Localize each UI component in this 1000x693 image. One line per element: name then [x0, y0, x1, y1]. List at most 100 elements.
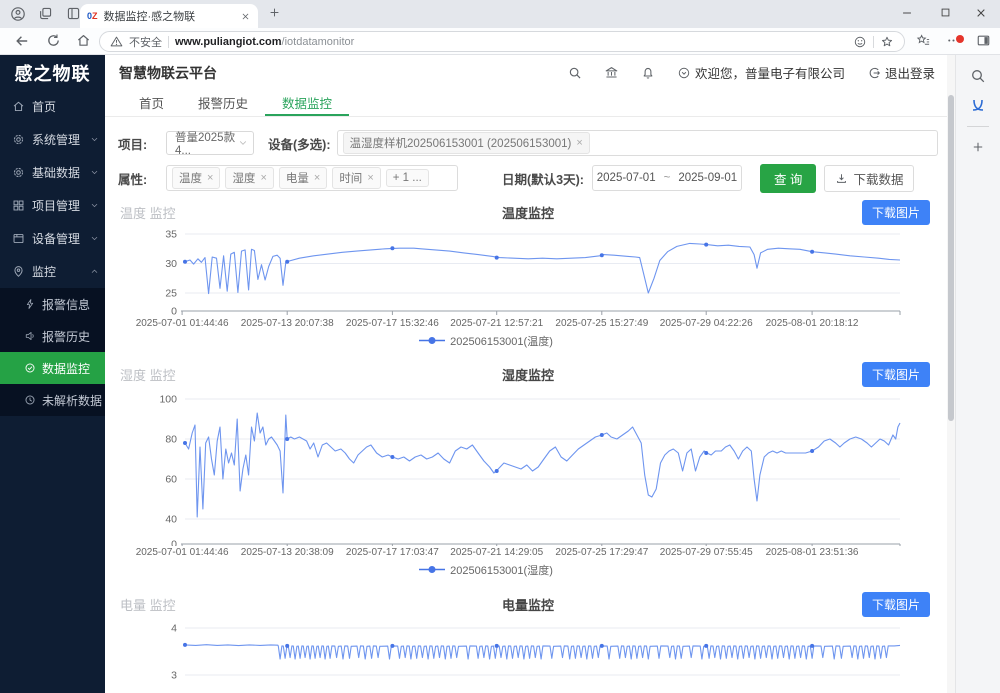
sidebar-search-icon[interactable]: [970, 68, 986, 84]
remove-tag-icon[interactable]: ×: [260, 173, 266, 184]
logout-label: 退出登录: [885, 63, 935, 82]
sidebar-subitem-label: 未解析数据: [42, 392, 102, 409]
scrollbar-thumb[interactable]: [948, 95, 954, 421]
close-window-icon[interactable]: [974, 6, 988, 20]
attribute-label: 属性:: [118, 169, 162, 188]
svg-text:4: 4: [171, 623, 177, 635]
date-start[interactable]: 2025-07-01: [597, 172, 656, 184]
attribute-tag: 电量×: [279, 167, 327, 189]
download-image-button[interactable]: 下载图片: [862, 200, 930, 225]
sidebar-item-label: 项目管理: [32, 197, 80, 214]
remove-tag-icon[interactable]: ×: [314, 173, 320, 184]
browser-home-icon[interactable]: [76, 33, 91, 48]
logout-button[interactable]: 退出登录: [867, 63, 935, 82]
download-image-button[interactable]: 下载图片: [862, 362, 930, 387]
attribute-multiselect[interactable]: 温度×湿度×电量×时间×+ 1 ...: [166, 165, 458, 191]
organization-icon[interactable]: [604, 65, 619, 80]
legend-label: 202506153001(温度): [450, 333, 553, 349]
split-screen-icon[interactable]: [976, 33, 991, 48]
gear-icon: [12, 133, 25, 146]
maximize-icon[interactable]: [939, 6, 952, 19]
sidebar-item-2[interactable]: 基础数据: [0, 156, 105, 189]
refresh-icon[interactable]: [46, 33, 61, 48]
minimize-icon[interactable]: [900, 6, 914, 20]
notifications-bell-icon[interactable]: [641, 66, 655, 80]
chart-legend[interactable]: 202506153001(温度): [118, 333, 938, 348]
feedback-icon[interactable]: [853, 35, 867, 49]
sidebar-subitem-label: 数据监控: [42, 360, 90, 377]
chart-title: 电量监控: [502, 595, 554, 614]
remove-tag-icon[interactable]: ×: [576, 138, 582, 149]
sidebar-item-1[interactable]: 系统管理: [0, 123, 105, 156]
x-tick-label: 2025-07-13 20:07:38: [231, 318, 343, 329]
workspaces-icon[interactable]: [38, 6, 53, 21]
chart-title: 湿度监控: [502, 365, 554, 384]
remove-tag-icon[interactable]: ×: [367, 173, 373, 184]
sidebar-app-icon[interactable]: [970, 97, 986, 113]
sidebar-subitem-2[interactable]: 数据监控: [0, 352, 105, 384]
sidebar-add-icon[interactable]: [971, 140, 985, 154]
remove-tag-icon[interactable]: ×: [207, 173, 213, 184]
filter-panel: 项目: 普量2025款4... 设备(多选): 温湿度样机20250615300…: [105, 117, 947, 191]
tab-0[interactable]: 首页: [122, 90, 181, 116]
charts-area: 温度 监控 温度监控 下载图片 3530250 2025-07-01 01:44…: [105, 200, 947, 693]
date-range-input[interactable]: 2025-07-01 ~ 2025-09-01: [592, 165, 742, 191]
new-tab-icon[interactable]: [268, 6, 281, 19]
download-image-button[interactable]: 下载图片: [862, 592, 930, 617]
sidebar-subitem-3[interactable]: 未解析数据: [0, 384, 105, 416]
legend-item[interactable]: 202506153001(湿度): [419, 562, 553, 577]
more-tags-badge[interactable]: + 1 ...: [386, 169, 429, 187]
not-secure-icon[interactable]: [110, 35, 123, 48]
chevron-up-icon: [90, 267, 99, 276]
browser-tab[interactable]: 0Z 数据监控·感之物联: [80, 4, 258, 28]
project-select[interactable]: 普量2025款4...: [166, 131, 254, 155]
x-tick-label: 2025-08-01 23:51:36: [756, 547, 868, 558]
x-tick-label: 2025-07-25 15:27:49: [546, 318, 658, 329]
sidebar-subitem-1[interactable]: 报警历史: [0, 320, 105, 352]
gear-icon: [12, 166, 25, 179]
date-end[interactable]: 2025-09-01: [678, 172, 737, 184]
project-label: 项目:: [118, 134, 162, 153]
tab-1[interactable]: 报警历史: [181, 90, 265, 116]
app-logo: 感之物联: [0, 55, 105, 90]
sidebar-item-label: 基础数据: [32, 164, 80, 181]
search-icon[interactable]: [568, 66, 582, 80]
divider: [168, 36, 169, 48]
back-icon[interactable]: [14, 33, 30, 49]
legend-item[interactable]: 202506153001(温度): [419, 333, 553, 348]
sidebar-item-0[interactable]: 首页: [0, 90, 105, 123]
battery-chart-section: 电量 监控 电量监控 下载图片 43: [118, 592, 938, 693]
not-secure-label[interactable]: 不安全: [129, 34, 162, 50]
address-bar[interactable]: 不安全 www.puliangiot.com/iotdatamonitor: [99, 31, 905, 52]
sidebar-item-4[interactable]: 设备管理: [0, 222, 105, 255]
tab-actions-icon[interactable]: [66, 6, 81, 21]
svg-text:0: 0: [171, 539, 177, 547]
query-button[interactable]: 查 询: [760, 164, 816, 193]
sidebar-item-label: 首页: [32, 98, 56, 115]
sidebar-item-5[interactable]: 监控: [0, 255, 105, 288]
browser-menu-icon[interactable]: [946, 33, 961, 48]
svg-text:30: 30: [165, 258, 177, 270]
legend-marker-icon: [419, 336, 445, 345]
chevron-down-icon: [238, 138, 248, 148]
favorite-icon[interactable]: [880, 35, 894, 49]
tab-2[interactable]: 数据监控: [265, 90, 349, 116]
page-title: 智慧物联云平台: [119, 63, 217, 83]
welcome-menu[interactable]: 欢迎您，普量电子有限公司: [677, 63, 845, 82]
sidebar-item-3[interactable]: 项目管理: [0, 189, 105, 222]
favorites-bar-icon[interactable]: [916, 33, 931, 48]
url-text[interactable]: www.puliangiot.com/iotdatamonitor: [175, 36, 354, 48]
sidebar-item-label: 系统管理: [32, 131, 80, 148]
close-tab-icon[interactable]: [240, 11, 251, 22]
device-multiselect[interactable]: 温湿度样机202506153001 (202506153001) ×: [337, 130, 939, 156]
welcome-text: 欢迎您，普量电子有限公司: [695, 63, 845, 82]
attribute-tag: 温度×: [172, 167, 220, 189]
chart-legend[interactable]: 202506153001(湿度): [118, 562, 938, 577]
browser-profile-icon[interactable]: [10, 6, 26, 22]
download-data-button[interactable]: 下载数据: [824, 165, 914, 192]
scrollbar[interactable]: [947, 55, 955, 693]
x-tick-label: 2025-08-01 20:18:12: [756, 318, 868, 329]
date-label: 日期(默认3天):: [502, 169, 584, 188]
logout-icon: [867, 66, 881, 80]
sidebar-subitem-0[interactable]: 报警信息: [0, 288, 105, 320]
